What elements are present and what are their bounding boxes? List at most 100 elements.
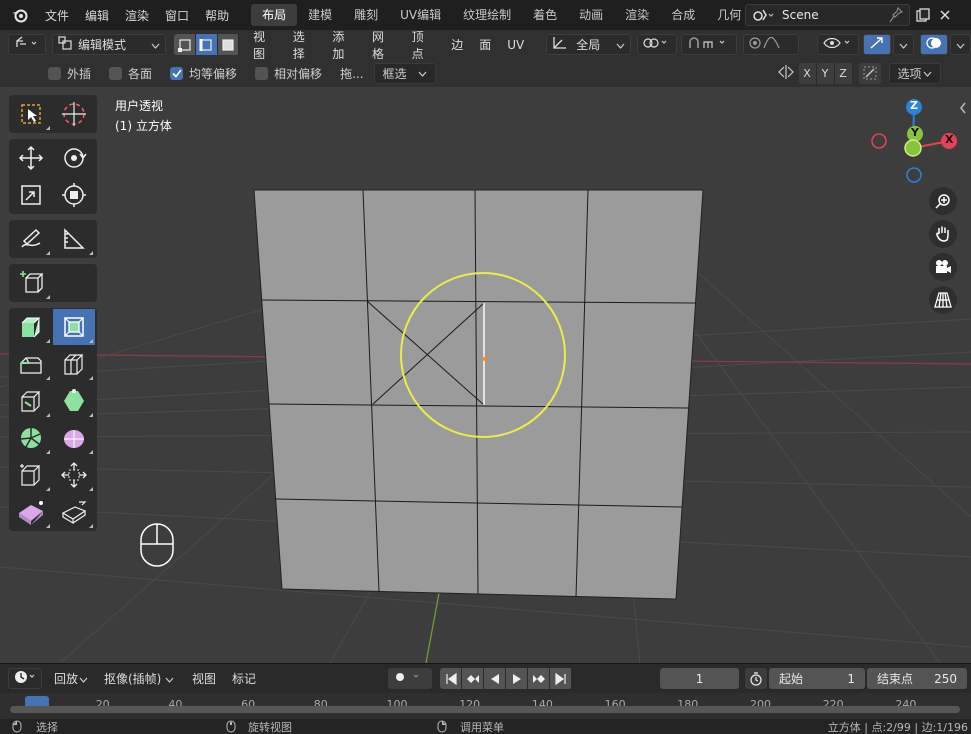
menu-vertex[interactable]: 顶点: [404, 28, 444, 62]
checkbox-box[interactable]: [109, 66, 123, 80]
menu-view[interactable]: 视图: [245, 28, 285, 62]
checkbox-relative-offset[interactable]: 相对偏移: [255, 65, 322, 82]
zoom-icon[interactable]: [929, 187, 957, 215]
mode-selector[interactable]: 编辑模式: [52, 34, 167, 55]
blender-logo-icon[interactable]: [9, 4, 31, 26]
tab-texture-paint[interactable]: 纹理绘制: [452, 4, 522, 26]
transform-orientation-selector[interactable]: 全局: [546, 34, 631, 55]
menu-face[interactable]: 面: [471, 36, 499, 53]
checkbox-even-offset[interactable]: 均等偏移: [170, 65, 237, 82]
rip-edge-tool-icon[interactable]: [53, 494, 95, 530]
knife-tool-icon[interactable]: [10, 383, 52, 419]
end-frame-field[interactable]: 结束点 250: [867, 668, 968, 689]
menu-uv[interactable]: UV: [499, 38, 532, 52]
timeline-ruler[interactable]: 120406080100120140160180200220240: [0, 693, 971, 719]
checkbox-individual[interactable]: 各面: [109, 65, 152, 82]
extrude-tool-icon[interactable]: [10, 309, 52, 345]
keying-menu[interactable]: 抠像(插帧): [98, 668, 180, 689]
delete-scene-icon[interactable]: [934, 4, 956, 26]
mirror-icon[interactable]: [777, 64, 795, 83]
tab-animation[interactable]: 动画: [568, 4, 614, 26]
vertex-select-icon[interactable]: [174, 34, 196, 55]
face-select-icon[interactable]: [217, 34, 240, 55]
gizmo-toggle-button[interactable]: [862, 34, 891, 55]
current-frame-field[interactable]: 1: [660, 668, 740, 689]
rip-region-tool-icon[interactable]: [10, 494, 52, 530]
menu-mesh[interactable]: 网格: [364, 28, 404, 62]
menu-render[interactable]: 渲染: [117, 7, 157, 24]
timeline-editor-type-button[interactable]: [8, 668, 42, 689]
sidebar-toggle-icon[interactable]: [959, 102, 967, 117]
inset-faces-tool-icon[interactable]: [53, 309, 95, 345]
mesh-face[interactable]: [253, 189, 704, 600]
menu-edge[interactable]: 边: [443, 36, 471, 53]
visibility-button[interactable]: [816, 34, 859, 55]
shrink-fatten-tool-icon[interactable]: [53, 457, 95, 493]
checkbox-extrapolate[interactable]: 外插: [48, 65, 91, 82]
bevel-tool-icon[interactable]: [10, 346, 52, 382]
checkbox-box[interactable]: [255, 66, 269, 80]
spin-tool-icon[interactable]: [10, 420, 52, 456]
axis-y-toggle[interactable]: Y: [816, 62, 835, 84]
preview-range-icon[interactable]: [745, 668, 768, 689]
menu-file[interactable]: 文件: [37, 7, 77, 24]
gizmo-neg-z[interactable]: [906, 167, 922, 183]
start-frame-field[interactable]: 起始 1: [769, 668, 866, 689]
jump-start-icon[interactable]: [440, 668, 463, 689]
tab-modeling[interactable]: 建模: [297, 4, 343, 26]
jump-end-icon[interactable]: [550, 668, 573, 689]
rotate-tool-icon[interactable]: [53, 140, 95, 176]
tab-sculpting[interactable]: 雕刻: [343, 4, 389, 26]
transform-tool-icon[interactable]: [53, 177, 95, 213]
annotate-tool-icon[interactable]: [10, 221, 52, 257]
select-box-tool-icon[interactable]: [10, 96, 52, 132]
prev-keyframe-icon[interactable]: [462, 668, 485, 689]
gizmo-neg-x[interactable]: [871, 133, 887, 149]
new-scene-icon[interactable]: [912, 4, 934, 26]
tab-compositing[interactable]: 合成: [660, 4, 706, 26]
play-icon[interactable]: [506, 668, 529, 689]
perspective-grid-icon[interactable]: [929, 286, 957, 314]
menu-window[interactable]: 窗口: [157, 7, 197, 24]
pin-icon[interactable]: [889, 6, 904, 26]
auto-key-button[interactable]: [388, 668, 433, 689]
overlay-dropdown[interactable]: [949, 34, 971, 55]
edge-select-icon[interactable]: [195, 34, 218, 55]
gizmo-neg-y[interactable]: [904, 139, 922, 157]
loop-cut-tool-icon[interactable]: [53, 346, 95, 382]
playback-menu[interactable]: 回放: [48, 668, 94, 689]
cursor-tool-icon[interactable]: [53, 96, 95, 132]
timeline-view-menu[interactable]: 视图: [184, 670, 224, 687]
pivot-point-button[interactable]: [636, 34, 677, 55]
editor-type-button[interactable]: [8, 34, 46, 55]
axis-gizmo[interactable]: Z Y X: [864, 92, 964, 195]
shear-tool-icon[interactable]: [10, 457, 52, 493]
smooth-tool-icon[interactable]: [53, 420, 95, 456]
checkbox-box[interactable]: [48, 66, 61, 80]
3d-viewport[interactable]: 用户透视 (1) 立方体 Z Y X: [0, 87, 971, 663]
add-cube-tool-icon[interactable]: [10, 265, 52, 301]
tab-uv-editing[interactable]: UV编辑: [389, 4, 452, 26]
timeline-scrollbar[interactable]: [10, 706, 960, 713]
proportional-edit-button[interactable]: [742, 34, 799, 55]
menu-select[interactable]: 选择: [285, 28, 325, 62]
checkbox-box[interactable]: [170, 66, 184, 80]
axis-z-toggle[interactable]: Z: [834, 62, 853, 84]
play-reverse-icon[interactable]: [484, 668, 507, 689]
auto-merge-icon[interactable]: [858, 62, 881, 84]
menu-help[interactable]: 帮助: [197, 7, 237, 24]
scale-tool-icon[interactable]: [10, 177, 52, 213]
tab-layout[interactable]: 布局: [251, 4, 298, 26]
tab-shading[interactable]: 着色: [522, 4, 568, 26]
select-box-dropdown[interactable]: 框选: [373, 62, 436, 84]
snap-button[interactable]: [680, 34, 737, 55]
timeline-marker-menu[interactable]: 标记: [224, 670, 264, 687]
axis-x-toggle[interactable]: X: [798, 62, 817, 84]
poly-build-tool-icon[interactable]: [53, 383, 95, 419]
camera-icon[interactable]: [929, 253, 957, 281]
tab-rendering[interactable]: 渲染: [614, 4, 660, 26]
gizmo-dropdown[interactable]: [892, 34, 914, 55]
scene-selector[interactable]: Scene: [745, 4, 910, 26]
pan-hand-icon[interactable]: [929, 220, 957, 248]
measure-tool-icon[interactable]: [53, 221, 95, 257]
